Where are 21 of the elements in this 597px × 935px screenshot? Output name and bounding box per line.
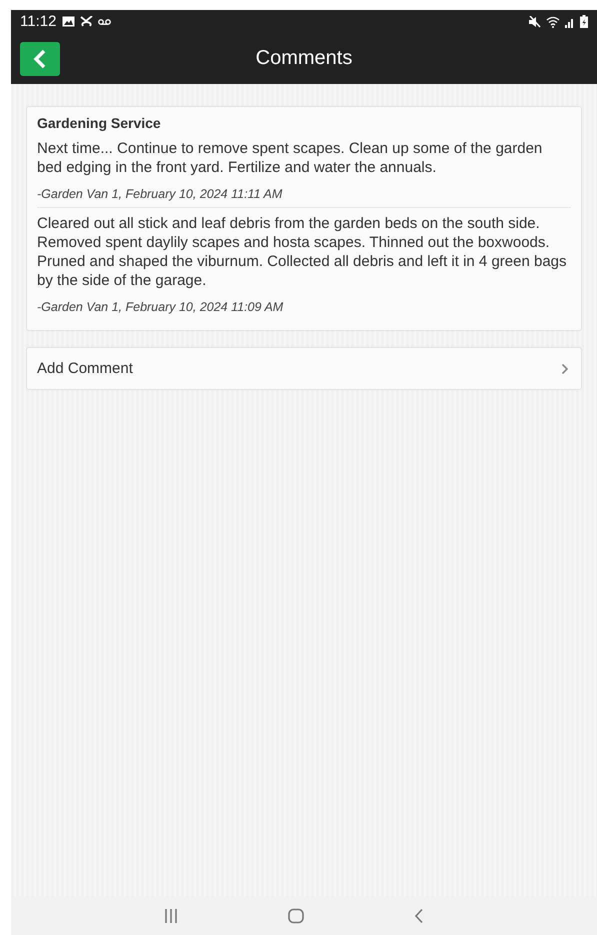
missed-call-icon	[80, 16, 94, 27]
battery-icon	[580, 15, 588, 28]
add-comment-label: Add Comment	[37, 360, 133, 377]
comment-author: -Garden Van 1, February 10, 2024 11:09 AM	[37, 300, 284, 316]
status-time: 11:12	[20, 13, 56, 30]
chevron-right-icon	[561, 362, 569, 374]
comment-text: Cleared out all stick and leaf debris from the garden beds on the south side. Removed spent daylily scapes and hosta scapes. Thinned out the boxwoods. Pruned and shaped the viburnum. Collected all debris and left it in 4 green bags by the side of the garage.	[37, 214, 568, 290]
back-button[interactable]	[20, 42, 60, 76]
voicemail-icon	[98, 18, 112, 26]
back-nav-icon[interactable]	[414, 908, 424, 924]
recent-apps-icon[interactable]	[164, 908, 178, 924]
card-title: Gardening Service	[37, 115, 162, 131]
screen-title: Comments	[256, 47, 352, 70]
chevron-left-icon	[33, 48, 47, 68]
image-icon	[62, 16, 76, 27]
comment-text: Next time... Continue to remove spent scapes. Clean up some of the garden bed edging in the front yard. Fertilize and water the annuals.	[37, 139, 544, 177]
home-icon[interactable]	[288, 908, 304, 924]
comment-author: -Garden Van 1, February 10, 2024 11:11 AM	[37, 187, 284, 203]
mute-icon	[528, 16, 541, 28]
wifi-icon	[546, 16, 560, 28]
add-comment-item[interactable]: Add Comment	[26, 347, 582, 390]
